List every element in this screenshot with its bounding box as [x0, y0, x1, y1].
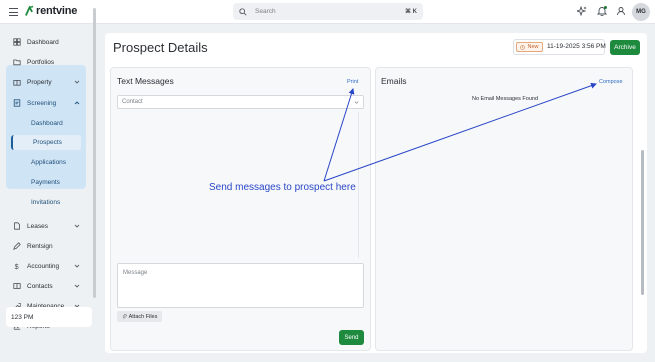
print-link[interactable]: Print: [347, 79, 358, 85]
sidebar-item-rentsign[interactable]: Rentsign: [6, 239, 86, 253]
sidebar-sub-payments[interactable]: Payments: [6, 175, 86, 190]
user-icon[interactable]: [616, 6, 626, 16]
chevron-down-icon: [354, 101, 359, 104]
contact-card-icon: [13, 283, 21, 289]
top-bar: rentvine Search ⌘ K MG: [0, 0, 655, 24]
sidebar-scrollbar[interactable]: [93, 8, 96, 298]
archive-button[interactable]: Archive: [610, 40, 640, 55]
sparkle-icon[interactable]: [577, 6, 587, 16]
sidebar-footer-time: 123 PM: [6, 307, 92, 327]
building-icon: [13, 80, 21, 86]
sidebar-item-label: Dashboard: [27, 38, 59, 46]
annotation-text: Send messages to prospect here: [209, 182, 356, 193]
message-input[interactable]: Message: [117, 263, 364, 308]
sidebar-item-dashboard[interactable]: Dashboard: [6, 35, 86, 49]
chevron-down-icon: [74, 284, 80, 288]
folder-icon: [13, 59, 21, 66]
document-icon: [14, 222, 20, 230]
sidebar-item-screening[interactable]: Screening: [6, 96, 86, 110]
page-title: Prospect Details: [113, 40, 208, 55]
emails-title: Emails: [381, 76, 407, 86]
sidebar-item-label: Contacts: [27, 282, 53, 290]
sidebar-item-label: Screening: [27, 99, 57, 107]
chevron-down-icon: [74, 264, 80, 268]
status-badge-label: New: [527, 44, 539, 50]
chevron-down-icon: [74, 224, 80, 228]
messages-scroll-track: [358, 112, 359, 258]
text-messages-panel: [110, 67, 371, 351]
attach-files-label: Attach Files: [128, 313, 158, 320]
logo[interactable]: rentvine: [25, 5, 77, 17]
svg-text:$: $: [15, 262, 19, 270]
sidebar-sub-applications[interactable]: Applications: [6, 155, 86, 170]
search-input[interactable]: Search ⌘ K: [233, 3, 423, 20]
grid-icon: [13, 38, 21, 46]
empty-email-message: No Email Messages Found: [472, 96, 539, 102]
chevron-down-icon: [74, 80, 80, 84]
clock-icon: [520, 44, 526, 50]
menu-icon[interactable]: [9, 8, 18, 16]
notification-dot: [604, 6, 607, 9]
pen-icon: [13, 242, 21, 250]
contact-select[interactable]: Contact: [117, 95, 364, 109]
send-button[interactable]: Send: [339, 330, 364, 345]
sidebar-item-label: Portfolios: [27, 58, 55, 66]
search-placeholder: Search: [255, 8, 276, 15]
search-shortcut: ⌘ K: [405, 9, 417, 15]
status-badge: New: [516, 42, 543, 52]
sidebar-sub-dashboard[interactable]: Dashboard: [6, 116, 86, 131]
dollar-icon: $: [15, 262, 19, 270]
message-placeholder: Message: [123, 270, 148, 276]
sidebar-sub-invitations[interactable]: Invitations: [6, 195, 86, 210]
sidebar-item-label: Accounting: [27, 262, 60, 270]
sidebar-item-contacts[interactable]: Contacts: [6, 279, 86, 293]
attach-files-button[interactable]: Attach Files: [117, 311, 162, 322]
screening-icon: [13, 99, 21, 107]
contact-select-value: Contact: [122, 99, 143, 105]
emails-panel: [375, 67, 633, 351]
avatar[interactable]: MG: [632, 3, 650, 21]
status-datetime: 11-19-2025 3:56 PM: [547, 43, 606, 50]
sidebar-item-label: Rentsign: [27, 242, 53, 250]
text-messages-title: Text Messages: [117, 76, 174, 86]
chevron-up-icon: [74, 101, 80, 105]
search-icon: [239, 7, 247, 16]
sidebar-item-property[interactable]: Property: [6, 75, 86, 89]
sidebar-item-label: Leases: [27, 222, 48, 230]
logo-mark-icon: [25, 5, 34, 16]
sidebar-sub-prospects[interactable]: Prospects: [11, 135, 81, 150]
sidebar-item-label: Property: [27, 78, 52, 86]
page-scrollbar[interactable]: [641, 150, 644, 295]
compose-link[interactable]: Compose: [599, 79, 623, 85]
sidebar-item-leases[interactable]: Leases: [6, 219, 86, 233]
sidebar-item-accounting[interactable]: $ Accounting: [6, 259, 86, 273]
logo-text: rentvine: [36, 5, 78, 17]
paperclip-icon: [122, 314, 127, 319]
sidebar-item-portfolios[interactable]: Portfolios: [6, 55, 86, 69]
